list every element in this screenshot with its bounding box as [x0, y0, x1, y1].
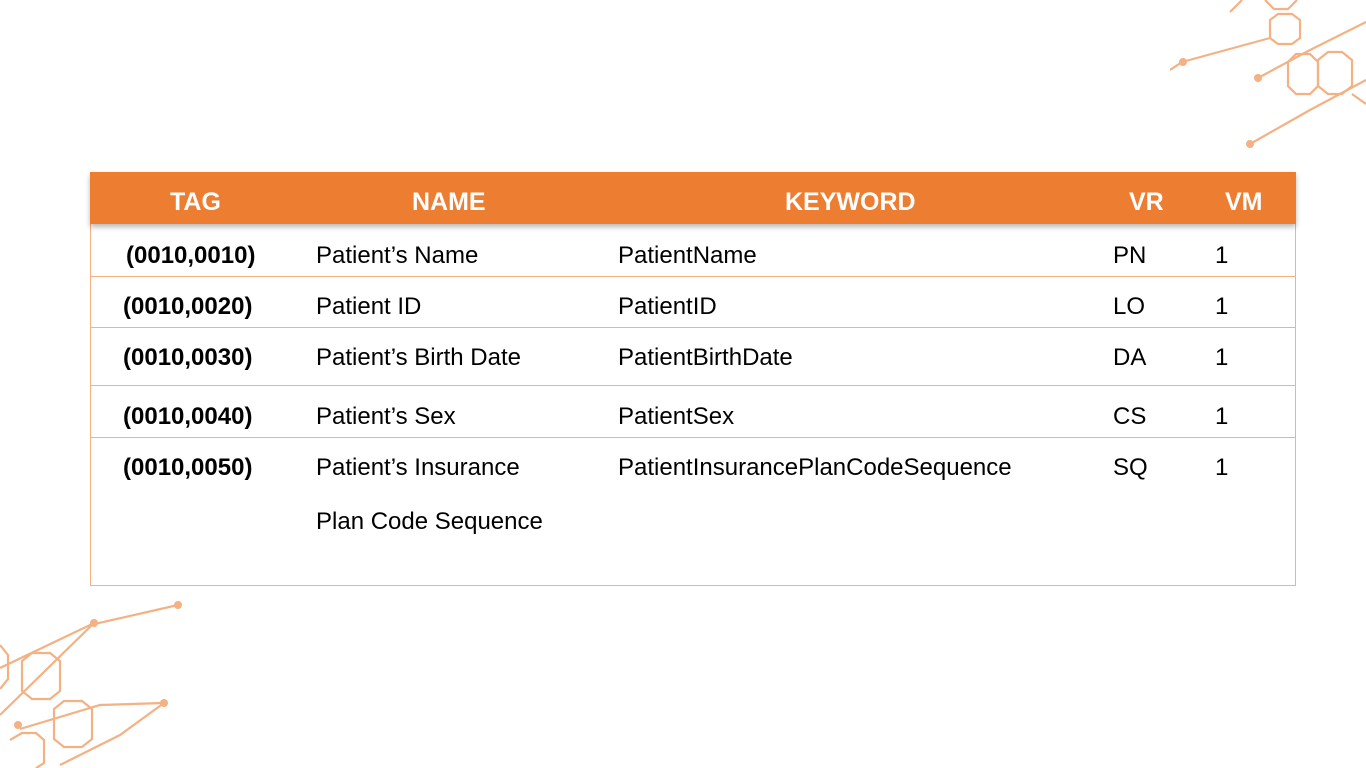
hexagon-network-decoration-bottom-left [0, 601, 182, 768]
vr-cell: DA [1113, 344, 1147, 371]
name-cell: Patient’s Birth Date [316, 344, 521, 371]
column-header-tag: TAG [170, 188, 221, 216]
column-header-keyword: KEYWORD [785, 188, 916, 216]
vm-cell: 1 [1215, 454, 1229, 481]
table-header: TAG NAME KEYWORD VR VM [90, 172, 1296, 224]
slide: TAG NAME KEYWORD VR VM (0010,0010) Patie… [0, 0, 1366, 768]
keyword-cell: PatientInsurancePlanCodeSequence [618, 454, 1012, 481]
column-header-vr: VR [1129, 188, 1164, 216]
tag-cell: (0010,0050) [123, 454, 253, 481]
table-row: (0010,0020) Patient ID PatientID LO 1 [91, 277, 1295, 328]
tag-cell: (0010,0030) [123, 344, 253, 371]
column-header-name: NAME [412, 188, 486, 216]
table-row: (0010,0030) Patient’s Birth Date Patient… [91, 328, 1295, 386]
table-row: (0010,0040) Patient’s Sex PatientSex CS … [91, 386, 1295, 438]
dicom-attribute-table: TAG NAME KEYWORD VR VM (0010,0010) Patie… [90, 172, 1296, 586]
keyword-cell: PatientBirthDate [618, 344, 793, 371]
table-row: (0010,0010) Patient’s Name PatientName P… [91, 224, 1295, 277]
hexagon-network-decoration-top-right [1170, 0, 1366, 148]
name-line: Plan Code Sequence [316, 508, 543, 535]
column-header-vm: VM [1225, 188, 1263, 216]
vm-cell: 1 [1215, 344, 1229, 371]
name-line: Patient’s Insurance [316, 454, 520, 481]
table-row: (0010,0050) Patient’s Insurance Plan Cod… [91, 438, 1295, 578]
name-cell: Patient’s Insurance Plan Code Sequence [316, 441, 543, 549]
vr-cell: SQ [1113, 454, 1148, 481]
